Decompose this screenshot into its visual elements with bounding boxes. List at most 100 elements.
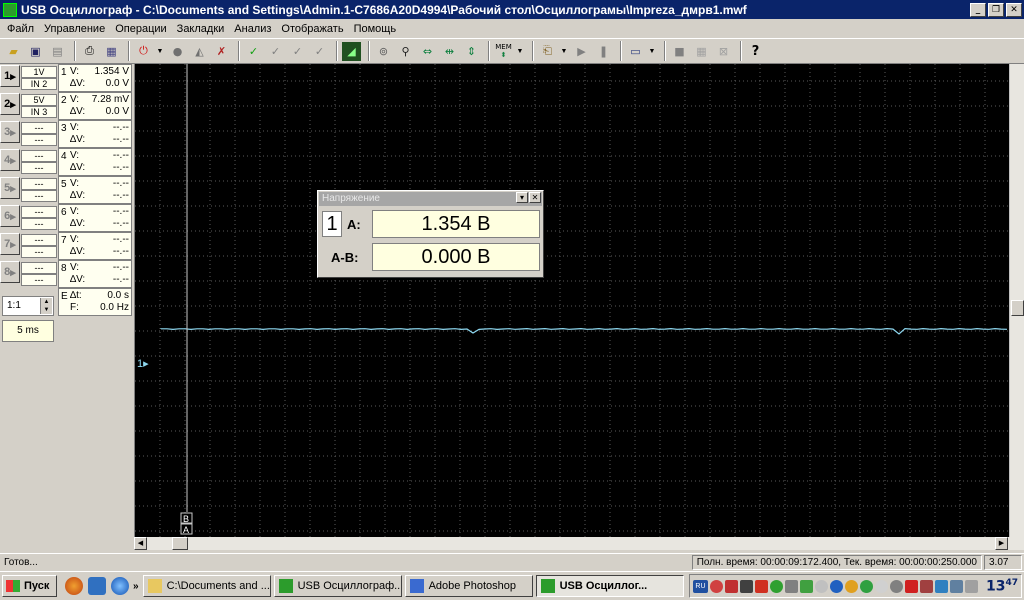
display-icon[interactable]: ▭ xyxy=(626,42,645,61)
check-icon[interactable]: ✓ xyxy=(244,42,263,61)
ratio-spin-arrows[interactable]: ▲ ▼ xyxy=(40,298,52,314)
task-button[interactable]: Adobe Photoshop xyxy=(404,575,533,597)
vertical-scroll-thumb[interactable] xyxy=(1011,300,1024,316)
channel-7-input[interactable]: --- xyxy=(21,246,57,258)
record-icon[interactable]: ● xyxy=(168,42,187,61)
dialog-dropdown-icon[interactable]: ▾ xyxy=(516,192,528,203)
tray-icon-10[interactable] xyxy=(844,579,858,593)
open-folder-icon[interactable]: ▰ xyxy=(4,42,23,61)
channel-1-button[interactable]: 1 ▸ xyxy=(0,65,20,87)
tray-icon-14[interactable] xyxy=(904,579,918,593)
messenger-icon[interactable] xyxy=(88,577,106,595)
menu-control[interactable]: Управление xyxy=(39,23,110,35)
fit-h-icon[interactable]: ⇹ xyxy=(440,42,459,61)
play-icon[interactable]: ▶ xyxy=(572,42,591,61)
channel-1-marker[interactable]: 1▸ xyxy=(137,358,149,370)
ratio-spinner[interactable]: 1:1 ▲ ▼ xyxy=(2,296,54,316)
channel-4-scale[interactable]: --- xyxy=(21,150,57,162)
scroll-left-icon[interactable]: ◀ xyxy=(134,537,147,550)
check-2-icon[interactable]: ✓ xyxy=(288,42,307,61)
tray-icon-1[interactable] xyxy=(709,579,723,593)
tray-icon-8[interactable] xyxy=(814,579,828,593)
start-button[interactable]: Пуск xyxy=(2,575,57,597)
tray-icon-6[interactable] xyxy=(784,579,798,593)
lang-indicator[interactable]: RU xyxy=(692,579,708,593)
channel-8-scale[interactable]: --- xyxy=(21,262,57,274)
channel-2-scale[interactable]: 5V xyxy=(21,94,57,106)
arrows-h-icon[interactable]: ⇔ xyxy=(418,42,437,61)
channel-5-scale[interactable]: --- xyxy=(21,178,57,190)
menu-file[interactable]: Файл xyxy=(2,23,39,35)
channel-1-scale[interactable]: 1V xyxy=(21,66,57,78)
firefox-icon[interactable] xyxy=(65,577,83,595)
print-preview-icon[interactable]: ▦ xyxy=(102,42,121,61)
tray-icon-11[interactable] xyxy=(859,579,873,593)
square-icon[interactable]: ■ xyxy=(670,42,689,61)
channel-1-input[interactable]: IN 2 xyxy=(21,78,57,90)
menu-analysis[interactable]: Анализ xyxy=(229,23,276,35)
tray-icon-7[interactable] xyxy=(799,579,813,593)
close-button[interactable]: ✕ xyxy=(1006,2,1022,17)
display-dropdown-icon[interactable]: ▼ xyxy=(648,48,656,55)
menu-bookmarks[interactable]: Закладки xyxy=(172,23,230,35)
timebase-display[interactable]: 5 ms xyxy=(2,320,54,342)
channel-5-input[interactable]: --- xyxy=(21,190,57,202)
tray-icon-12[interactable] xyxy=(874,579,888,593)
horizontal-scrollbar[interactable]: ◀ ▶ xyxy=(134,537,1024,550)
menu-view[interactable]: Отображать xyxy=(276,23,348,35)
stop-dropdown-icon[interactable]: ▼ xyxy=(156,48,164,55)
channel-3-button[interactable]: 3 ▸ xyxy=(0,121,20,143)
export-icon[interactable]: ⎗ xyxy=(538,42,557,61)
tray-icon-9[interactable] xyxy=(829,579,843,593)
tools-icon[interactable]: ✗ xyxy=(212,42,231,61)
tray-icon-3[interactable] xyxy=(739,579,753,593)
tray-icon-2[interactable] xyxy=(724,579,738,593)
task-button[interactable]: C:\Documents and ... xyxy=(142,575,271,597)
channel-6-button[interactable]: 6 ▸ xyxy=(0,205,20,227)
save-icon[interactable]: ▣ xyxy=(26,42,45,61)
memory-icon[interactable]: MEM ⬍ xyxy=(494,42,513,61)
channel-2-button[interactable]: 2 ▸ xyxy=(0,93,20,115)
channel-6-scale[interactable]: --- xyxy=(21,206,57,218)
volume-icon[interactable] xyxy=(964,579,978,593)
channel-7-button[interactable]: 7 ▸ xyxy=(0,233,20,255)
menu-help[interactable]: Помощь xyxy=(349,23,402,35)
channel-2-input[interactable]: IN 3 xyxy=(21,106,57,118)
channel-8-button[interactable]: 8 ▸ xyxy=(0,261,20,283)
channel-3-scale[interactable]: --- xyxy=(21,122,57,134)
channel-8-input[interactable]: --- xyxy=(21,274,57,286)
export-dropdown-icon[interactable]: ▼ xyxy=(560,48,568,55)
maximize-button[interactable]: ❐ xyxy=(988,2,1004,17)
tray-icon-4[interactable] xyxy=(754,579,768,593)
channel-4-input[interactable]: --- xyxy=(21,162,57,174)
memory-dropdown-icon[interactable]: ▼ xyxy=(516,48,524,55)
channel-6-input[interactable]: --- xyxy=(21,218,57,230)
vertical-scrollbar[interactable] xyxy=(1009,64,1024,537)
help-icon[interactable]: ? xyxy=(746,42,765,61)
channel-5-button[interactable]: 5 ▸ xyxy=(0,177,20,199)
stop-icon[interactable]: ⏻ xyxy=(134,42,153,61)
quicklaunch-more[interactable]: » xyxy=(133,581,139,592)
dialog-close-icon[interactable]: ✕ xyxy=(529,192,541,203)
tray-icon-16[interactable] xyxy=(934,579,948,593)
binoculars-icon[interactable]: ⚲ xyxy=(396,42,415,61)
cross-icon[interactable]: ⊠ xyxy=(714,42,733,61)
save-all-icon[interactable]: ▤ xyxy=(48,42,67,61)
zoom-icon[interactable]: ⊚ xyxy=(374,42,393,61)
tray-icon-15[interactable] xyxy=(919,579,933,593)
channel-4-button[interactable]: 4 ▸ xyxy=(0,149,20,171)
dialog-channel-number[interactable]: 1 xyxy=(322,211,342,237)
scope-display[interactable]: 1▸ B A xyxy=(134,64,1010,537)
pause-icon[interactable]: ❚ xyxy=(594,42,613,61)
scroll-right-icon[interactable]: ▶ xyxy=(995,537,1008,550)
tray-icon-13[interactable] xyxy=(889,579,903,593)
channel-7-scale[interactable]: --- xyxy=(21,234,57,246)
check-1-icon[interactable]: ✓ xyxy=(266,42,285,61)
tray-icon-17[interactable] xyxy=(949,579,963,593)
minimize-button[interactable]: _ xyxy=(970,2,986,17)
ie-icon[interactable] xyxy=(111,577,129,595)
clock[interactable]: 1347 xyxy=(986,578,1018,595)
tray-icon-5[interactable] xyxy=(769,579,783,593)
print-icon[interactable]: ⎙ xyxy=(80,42,99,61)
trigger-icon[interactable]: ◭ xyxy=(190,42,209,61)
